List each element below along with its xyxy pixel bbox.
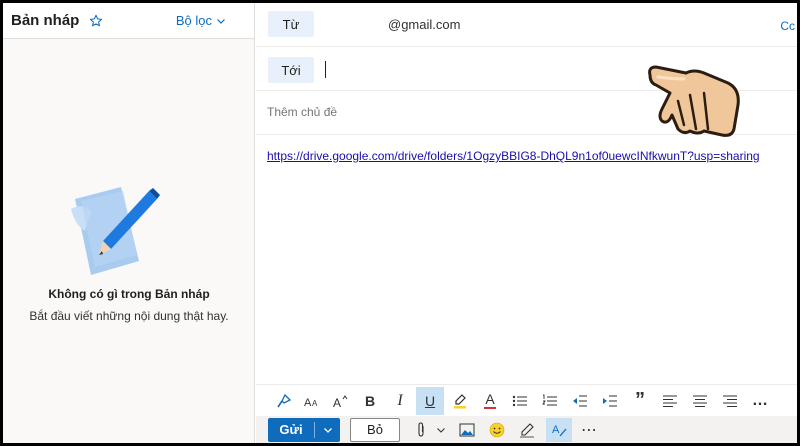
bold-button[interactable]: B xyxy=(356,387,384,415)
italic-button[interactable]: I xyxy=(386,387,414,415)
send-button[interactable]: Gửi xyxy=(268,417,340,442)
bullets-icon xyxy=(512,395,527,406)
bold-label: B xyxy=(364,392,376,409)
filter-button[interactable]: Bộ lọc xyxy=(176,13,226,28)
decrease-indent-icon xyxy=(573,395,587,406)
italic-label: I xyxy=(397,391,403,409)
format-painter-button[interactable] xyxy=(270,387,298,415)
compose-pane: Từ @gmail.com Cc Tới https://drive.googl… xyxy=(256,3,797,443)
attach-button[interactable] xyxy=(408,418,434,442)
message-body-link[interactable]: https://drive.google.com/drive/folders/1… xyxy=(267,149,760,163)
draft-illustration-icon xyxy=(71,187,160,275)
emoji-icon xyxy=(489,422,505,437)
grow-font-icon: A xyxy=(333,394,348,408)
empty-state-title: Không có gì trong Bản nháp xyxy=(48,287,210,301)
underline-button[interactable]: U xyxy=(416,386,444,415)
editor-icon: A xyxy=(552,424,567,436)
from-button[interactable]: Từ xyxy=(268,11,314,37)
more-format-label: … xyxy=(752,391,768,409)
more-format-button[interactable]: … xyxy=(746,387,774,415)
chevron-down-icon xyxy=(217,18,225,24)
pointing-hand-icon xyxy=(648,65,740,137)
image-icon xyxy=(459,423,475,436)
drafts-pane: Bản nháp Bộ lọc Không có gì trong Bản nh… xyxy=(3,3,255,443)
quote-label: ” xyxy=(635,389,645,411)
font-color-swatch xyxy=(484,407,496,409)
format-painter-icon xyxy=(277,393,292,407)
outlook-window: Bản nháp Bộ lọc Không có gì trong Bản nh… xyxy=(3,3,797,443)
insert-image-button[interactable] xyxy=(454,418,480,442)
action-bar: Gửi Bỏ A ⋯ xyxy=(256,416,797,443)
font-size-icon: A A xyxy=(304,397,318,408)
send-options-button[interactable] xyxy=(315,425,340,435)
editor-button[interactable]: A xyxy=(546,417,572,442)
chevron-down-icon xyxy=(323,427,332,433)
svg-text:A: A xyxy=(312,399,318,408)
quote-button[interactable]: ” xyxy=(626,387,654,415)
increase-indent-button[interactable] xyxy=(596,387,624,415)
cc-link[interactable]: Cc xyxy=(780,19,795,33)
svg-text:A: A xyxy=(304,397,312,408)
font-size-button[interactable]: A A xyxy=(298,387,326,415)
to-input-caret[interactable] xyxy=(325,61,326,78)
svg-text:A: A xyxy=(552,424,560,436)
align-right-icon xyxy=(723,395,737,407)
signature-icon xyxy=(520,422,534,437)
discard-button[interactable]: Bỏ xyxy=(350,417,400,442)
align-right-button[interactable] xyxy=(716,387,744,415)
chevron-down-icon xyxy=(437,427,445,433)
grow-font-button[interactable]: A xyxy=(326,387,354,415)
decrease-indent-button[interactable] xyxy=(566,387,594,415)
font-color-label: A xyxy=(485,391,495,407)
from-row: Từ @gmail.com Cc xyxy=(256,3,797,47)
more-actions-button[interactable]: ⋯ xyxy=(576,418,602,442)
more-actions-label: ⋯ xyxy=(581,421,597,439)
numbering-icon xyxy=(542,394,557,405)
signature-button[interactable] xyxy=(514,418,540,442)
from-address: @gmail.com xyxy=(388,17,461,32)
folder-title: Bản nháp xyxy=(11,12,80,29)
align-center-button[interactable] xyxy=(686,387,714,415)
format-toolbar: A A A B I U A ” … xyxy=(256,384,797,416)
empty-state-subtitle: Bắt đầu viết những nội dung thật hay. xyxy=(29,309,229,323)
increase-indent-icon xyxy=(603,395,617,406)
font-color-button[interactable]: A xyxy=(476,387,504,415)
attach-options-button[interactable] xyxy=(434,418,448,442)
bullets-button[interactable] xyxy=(506,387,534,415)
highlight-button[interactable] xyxy=(446,387,474,415)
star-icon[interactable] xyxy=(89,14,103,28)
numbering-button[interactable] xyxy=(536,387,564,415)
align-left-button[interactable] xyxy=(656,387,684,415)
svg-text:A: A xyxy=(333,396,341,408)
filter-label: Bộ lọc xyxy=(175,13,212,28)
align-left-icon xyxy=(663,395,677,407)
underline-label: U xyxy=(424,392,436,409)
align-center-icon xyxy=(693,395,707,407)
to-button[interactable]: Tới xyxy=(268,57,314,83)
emoji-button[interactable] xyxy=(484,418,510,442)
highlight-icon xyxy=(454,393,466,408)
attach-icon xyxy=(418,421,424,437)
send-label: Gửi xyxy=(279,422,303,437)
font-color-glyph: A xyxy=(484,392,496,409)
drafts-header: Bản nháp Bộ lọc xyxy=(3,3,254,39)
